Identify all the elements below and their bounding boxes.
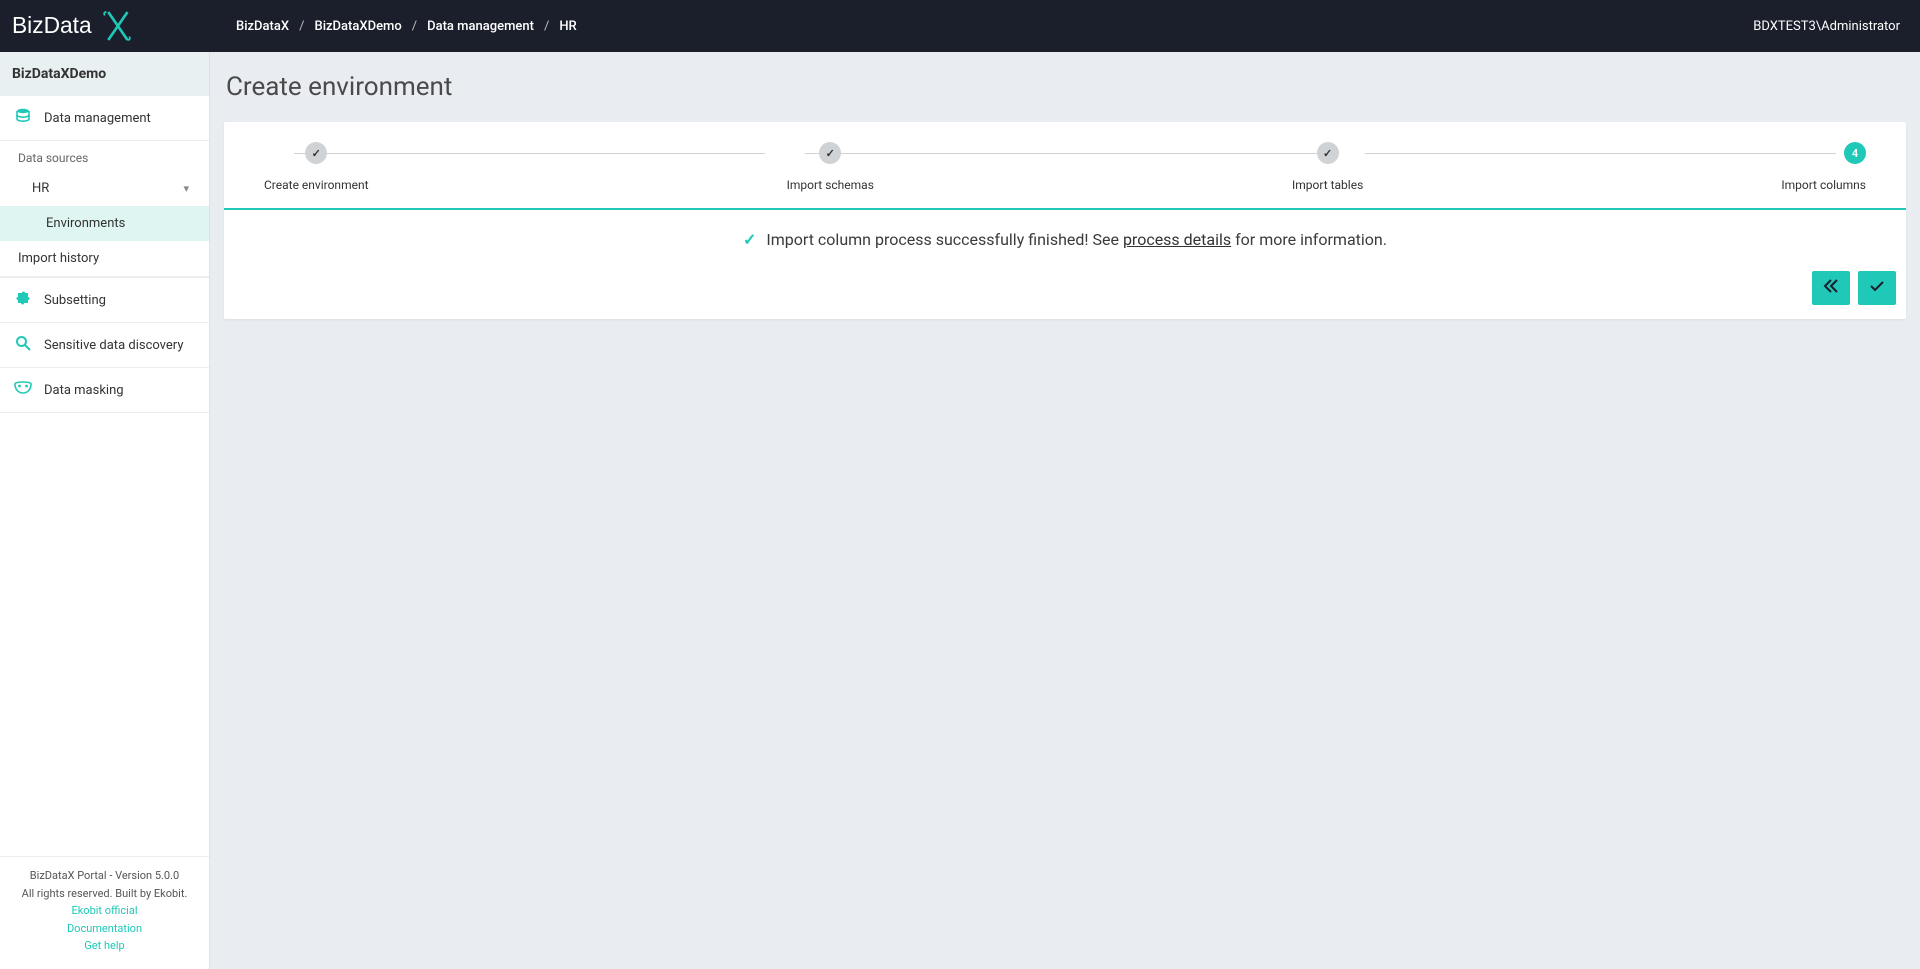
project-name[interactable]: BizDataXDemo xyxy=(0,52,209,96)
sidebar-item-hr[interactable]: HR ▾ xyxy=(0,171,209,206)
sidebar-item-sensitive[interactable]: Sensitive data discovery xyxy=(0,323,209,368)
double-chevron-left-icon xyxy=(1823,279,1839,297)
step-create-environment[interactable]: ✓ Create environment xyxy=(264,142,369,192)
step-label: Import tables xyxy=(1292,178,1363,192)
topbar: BizData BizDataX / BizDataXDemo / Data m… xyxy=(0,0,1920,52)
back-button[interactable] xyxy=(1812,271,1850,305)
message-text-pre: Import column process successfully finis… xyxy=(766,230,1123,249)
sidebar-item-environments[interactable]: Environments xyxy=(0,206,209,241)
svg-text:BizData: BizData xyxy=(12,12,92,38)
sidebar-item-label: HR xyxy=(32,181,49,196)
search-icon xyxy=(14,335,32,355)
sidebar-item-subsetting[interactable]: Subsetting xyxy=(0,277,209,323)
sidebar-item-label: Subsetting xyxy=(44,293,106,308)
breadcrumb-sep: / xyxy=(544,19,549,34)
success-message: ✓ Import column process successfully fin… xyxy=(224,210,1906,271)
step-import-columns[interactable]: 4 Import columns xyxy=(1781,142,1866,192)
breadcrumb-sep: / xyxy=(412,19,417,34)
main-content: Create environment ✓ Create environment … xyxy=(210,52,1920,969)
crumb-1[interactable]: BizDataXDemo xyxy=(314,19,401,34)
footer-rights: All rights reserved. Built by Ekobit. xyxy=(8,885,201,903)
step-import-schemas[interactable]: ✓ Import schemas xyxy=(787,142,874,192)
puzzle-icon xyxy=(14,290,32,310)
sidebar-item-data-management[interactable]: Data management xyxy=(0,96,209,141)
crumb-2[interactable]: Data management xyxy=(427,19,534,34)
user-label[interactable]: BDXTEST3\Administrator xyxy=(1753,19,1900,34)
mask-icon xyxy=(14,380,32,400)
check-icon: ✓ xyxy=(305,142,327,164)
step-badge: 4 xyxy=(1844,142,1866,164)
finish-button[interactable] xyxy=(1858,271,1896,305)
footer-version: BizDataX Portal - Version 5.0.0 xyxy=(8,867,201,885)
footer-link-help[interactable]: Get help xyxy=(8,937,201,955)
database-icon xyxy=(14,108,32,128)
sidebar: BizDataXDemo Data management Data source… xyxy=(0,52,210,969)
sidebar-item-label: Data masking xyxy=(44,383,124,398)
sidebar-item-label: Data management xyxy=(44,111,151,126)
step-import-tables[interactable]: ✓ Import tables xyxy=(1292,142,1363,192)
footer-link-ekobit[interactable]: Ekobit official xyxy=(8,902,201,920)
check-icon: ✓ xyxy=(819,142,841,164)
page-title: Create environment xyxy=(226,72,1906,102)
wizard-stepper: ✓ Create environment ✓ Import schemas ✓ … xyxy=(224,122,1906,210)
crumb-0[interactable]: BizDataX xyxy=(236,19,289,34)
sidebar-footer: BizDataX Portal - Version 5.0.0 All righ… xyxy=(0,856,209,969)
message-text-post: for more information. xyxy=(1231,230,1387,249)
sidebar-item-masking[interactable]: Data masking xyxy=(0,368,209,413)
sidebar-item-label: Environments xyxy=(46,216,125,231)
breadcrumb: BizDataX / BizDataXDemo / Data managemen… xyxy=(236,19,577,34)
app-logo[interactable]: BizData xyxy=(0,0,210,52)
check-icon: ✓ xyxy=(1317,142,1339,164)
crumb-3[interactable]: HR xyxy=(559,19,576,34)
sidebar-item-import-history[interactable]: Import history xyxy=(0,241,209,277)
sidebar-item-label: Sensitive data discovery xyxy=(44,338,183,353)
footer-link-docs[interactable]: Documentation xyxy=(8,920,201,938)
step-label: Import schemas xyxy=(787,178,874,192)
chevron-down-icon: ▾ xyxy=(183,182,189,195)
step-label: Create environment xyxy=(264,178,369,192)
check-icon xyxy=(1869,279,1885,297)
wizard-card: ✓ Create environment ✓ Import schemas ✓ … xyxy=(224,122,1906,319)
process-details-link[interactable]: process details xyxy=(1123,230,1231,249)
breadcrumb-sep: / xyxy=(299,19,304,34)
wizard-actions xyxy=(224,271,1906,319)
sidebar-label-data-sources: Data sources xyxy=(0,141,209,171)
check-icon: ✓ xyxy=(743,230,756,249)
step-label: Import columns xyxy=(1781,178,1866,192)
